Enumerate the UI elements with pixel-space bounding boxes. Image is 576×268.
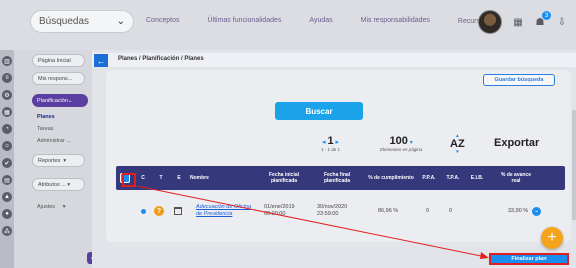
sidebar: Página Inicial Mis respons... Planificac… bbox=[14, 50, 97, 268]
people-icon[interactable]: ☗ 3 bbox=[534, 11, 551, 28]
per-page-label: Elementos en página bbox=[380, 147, 423, 152]
col-fecha-inicial[interactable]: Fecha inicial planificada bbox=[264, 166, 304, 190]
sidebar-item-settings-label: Ajustes bbox=[37, 203, 56, 210]
list-icon[interactable]: ≡ bbox=[2, 73, 12, 83]
cell-ppa: 0 bbox=[426, 207, 430, 214]
cell-tpa: 0 bbox=[449, 207, 453, 214]
calendar-icon[interactable] bbox=[174, 198, 182, 224]
col-nombre[interactable]: Nombre bbox=[190, 166, 220, 190]
top-bar: Búsquedas ⌄ Conceptos Últimas funcionali… bbox=[0, 0, 576, 50]
sidebar-item-reports[interactable]: Reportes ▾ bbox=[32, 154, 85, 167]
sidebar-item-my-responsibilities[interactable]: Mis respons... bbox=[32, 72, 85, 85]
col-tpa[interactable]: T.P.A. bbox=[442, 166, 464, 190]
chevron-down-icon: ⌄ bbox=[116, 16, 125, 27]
sidebar-item-planning[interactable]: Planificación ⌄ bbox=[32, 94, 88, 107]
chevron-down-icon: ⌄ bbox=[67, 97, 73, 104]
main-panel: ← Planes / Planificación / Planes Guarda… bbox=[92, 50, 576, 268]
caret-down-icon: ▾ bbox=[63, 157, 67, 164]
sidebar-item-admin[interactable]: Administrar ... bbox=[32, 134, 76, 147]
caret-down-icon: ▾ bbox=[409, 140, 413, 146]
results-card: ◂ 1 ▸ 1 - 1 de 1 100 ▾ Elementos en pági… bbox=[106, 126, 571, 242]
avatar[interactable] bbox=[478, 10, 502, 34]
page-number: 1 bbox=[327, 135, 334, 147]
cell-avance-real: 33,90 % ⌄ bbox=[508, 198, 552, 224]
per-page-value: 100 bbox=[389, 135, 408, 147]
columns-icon[interactable]: ▤ bbox=[2, 175, 12, 185]
sidebar-item-settings[interactable]: Ajustes ▾ bbox=[32, 200, 70, 213]
cell-cumplimiento: 86,96 % bbox=[378, 207, 399, 214]
chart-icon[interactable]: ▥ bbox=[2, 56, 12, 66]
question-icon[interactable]: ? bbox=[154, 198, 164, 224]
gauge-icon[interactable]: ◔ bbox=[2, 124, 12, 134]
user-tools: ▦ ☗ 3 ⇩ bbox=[478, 10, 568, 34]
cell-avance-real-value: 33,90 % bbox=[508, 207, 529, 214]
col-eib[interactable]: E.I.B. bbox=[466, 166, 488, 190]
nav-concepts[interactable]: Conceptos bbox=[146, 17, 179, 25]
table-header: C T E Nombre Fecha inicial planificada F… bbox=[116, 166, 565, 190]
col-t[interactable]: T bbox=[156, 166, 166, 190]
status-dot bbox=[141, 198, 146, 224]
per-page-selector[interactable]: 100 ▾ Elementos en página bbox=[380, 135, 422, 152]
next-page-icon[interactable]: ▸ bbox=[336, 139, 340, 146]
cell-fecha-inicial: 01/ene/2019 00:00:00 bbox=[264, 204, 295, 217]
highlight-checkbox-outline bbox=[122, 173, 136, 187]
expand-row-icon[interactable]: ⌄ bbox=[532, 206, 542, 216]
search-button[interactable]: Buscar bbox=[275, 102, 363, 120]
sidebar-item-reports-label: Reportes bbox=[38, 157, 61, 164]
col-c[interactable]: C bbox=[138, 166, 148, 190]
notification-badge: 3 bbox=[542, 11, 551, 20]
col-e[interactable]: E bbox=[174, 166, 184, 190]
pager: ◂ 1 ▸ 1 - 1 de 1 bbox=[321, 135, 340, 152]
sort-arrows-icon-down: ▾ bbox=[456, 149, 459, 155]
nav-latest-features[interactable]: Últimas funcionalidades bbox=[207, 17, 281, 25]
warning-icon[interactable]: ▲ bbox=[2, 192, 12, 202]
plan-name-link[interactable]: Adecuación de Oficina de Presidencia bbox=[196, 198, 258, 224]
sidebar-item-planning-label: Planificación bbox=[37, 97, 68, 104]
gear-icon[interactable]: ⚙ bbox=[2, 90, 12, 100]
user-icon[interactable]: ● bbox=[2, 209, 12, 219]
searches-label: Búsquedas bbox=[39, 16, 90, 27]
nav-my-responsibilities[interactable]: Mis responsabilidades bbox=[361, 17, 430, 25]
prev-page-icon[interactable]: ◂ bbox=[322, 139, 326, 146]
page-range: 1 - 1 de 1 bbox=[321, 147, 341, 152]
cell-eib bbox=[473, 198, 483, 224]
table-row[interactable]: ? Adecuación de Oficina de Presidencia 0… bbox=[116, 198, 565, 224]
col-cumplimiento[interactable]: % de cumplimiento bbox=[368, 166, 414, 190]
download-icon[interactable]: ⇩ bbox=[556, 16, 568, 28]
nav-help[interactable]: Ayudas bbox=[309, 17, 332, 25]
sidebar-item-attributes[interactable]: Atributos ... ▾ bbox=[32, 178, 85, 191]
searches-dropdown[interactable]: Búsquedas ⌄ bbox=[30, 10, 134, 33]
col-fecha-final[interactable]: Fecha final planificada bbox=[317, 166, 357, 190]
add-fab-button[interactable]: + bbox=[541, 227, 563, 249]
scrollbar[interactable] bbox=[572, 110, 576, 220]
calendar-icon[interactable]: ▦ bbox=[512, 16, 524, 28]
finalize-plan-button[interactable]: Finalizar plan bbox=[489, 253, 569, 265]
col-avance-real[interactable]: % de avance real bbox=[496, 166, 536, 190]
sidebar-item-home[interactable]: Página Inicial bbox=[32, 54, 85, 67]
caret-down-icon: ▾ bbox=[67, 181, 71, 188]
export-button[interactable]: Exportar bbox=[494, 137, 539, 149]
network-icon[interactable]: ⁂ bbox=[2, 226, 12, 236]
back-button[interactable]: ← bbox=[94, 54, 108, 67]
building-icon[interactable]: ▦ bbox=[2, 107, 12, 117]
idea-icon[interactable]: ☼ bbox=[2, 141, 12, 151]
sort-control[interactable]: ▴ AZ ▾ bbox=[450, 134, 465, 155]
cell-fecha-final: 30/nov/2020 23:59:00 bbox=[317, 204, 348, 217]
caret-down-icon: ▾ bbox=[62, 203, 66, 210]
checklist-icon[interactable]: ✔ bbox=[2, 158, 12, 168]
breadcrumb: Planes / Planificación / Planes bbox=[118, 56, 204, 62]
save-search-button[interactable]: Guardar búsqueda bbox=[483, 74, 555, 86]
sidebar-item-attributes-label: Atributos ... bbox=[38, 181, 66, 188]
col-ppa[interactable]: P.P.A. bbox=[418, 166, 440, 190]
